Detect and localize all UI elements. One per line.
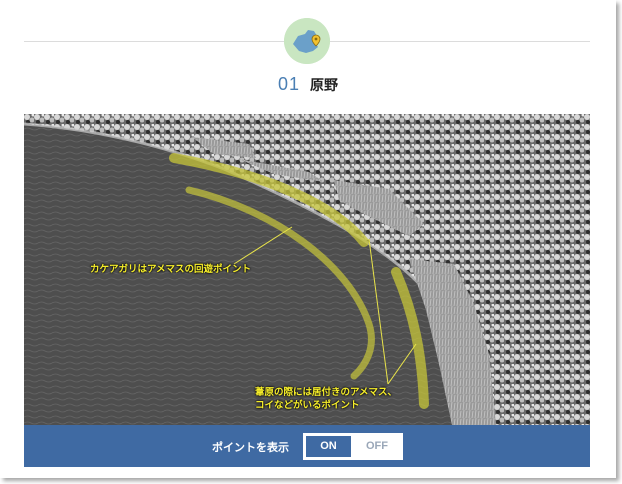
annotation-dropoff: カケアガリはアメマスの回遊ポイント [90, 264, 252, 275]
points-control-bar: ポイントを表示 ON OFF [24, 425, 590, 467]
toggle-on-button[interactable]: ON [306, 436, 351, 457]
section-heading: 01 原野 [0, 73, 616, 97]
annotation-reed-edge-line1: 葦原の際には居付きのアメマス、 [255, 387, 398, 398]
content-card: 01 原野 カケアガリはアメマスの回遊ポイント 葦原の際には居付きのアメマス、 … [0, 0, 616, 478]
toggle-off-button[interactable]: OFF [354, 436, 400, 457]
annotation-reed-edge: 葦原の際には居付きのアメマス、 コイなどがいるポイント [255, 386, 397, 412]
show-points-label: ポイントを表示 [212, 441, 289, 454]
map-pin-icon [284, 18, 330, 64]
annotation-reed-edge-line2: コイなどがいるポイント [255, 400, 360, 411]
section-number: 01 [277, 74, 301, 94]
show-points-toggle[interactable]: ON OFF [303, 433, 403, 460]
section-title: 原野 [310, 78, 339, 94]
